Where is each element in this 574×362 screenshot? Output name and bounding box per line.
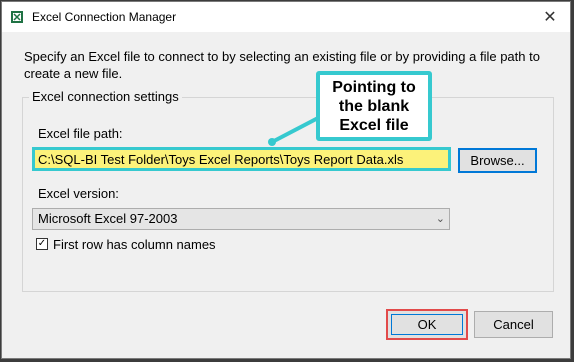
annotation-text: Pointing to the blank Excel file — [332, 78, 416, 134]
cancel-button[interactable]: Cancel — [474, 311, 553, 338]
excel-connection-app-icon — [11, 11, 23, 23]
version-label: Excel version: — [38, 186, 119, 201]
title-bar[interactable]: Excel Connection Manager ✕ — [2, 2, 570, 32]
file-path-input[interactable] — [32, 147, 451, 171]
ok-button-label: OK — [391, 314, 463, 335]
excel-version-value: Microsoft Excel 97-2003 — [38, 211, 178, 226]
excel-connection-manager-dialog: Excel Connection Manager ✕ Specify an Ex… — [1, 1, 571, 359]
close-icon[interactable]: ✕ — [530, 2, 570, 32]
browse-button[interactable]: Browse... — [458, 148, 537, 173]
first-row-label: First row has column names — [53, 237, 216, 252]
group-label: Excel connection settings — [29, 89, 182, 104]
chevron-down-icon: ⌄ — [435, 213, 445, 225]
window-title: Excel Connection Manager — [32, 10, 177, 24]
excel-version-select[interactable]: Microsoft Excel 97-2003 ⌄ — [32, 208, 450, 230]
file-path-label: Excel file path: — [38, 126, 123, 141]
first-row-checkbox[interactable]: ✓ — [36, 238, 48, 250]
ok-button[interactable]: OK — [386, 309, 468, 340]
dialog-description: Specify an Excel file to connect to by s… — [24, 49, 540, 81]
annotation-callout: Pointing to the blank Excel file — [316, 71, 432, 141]
